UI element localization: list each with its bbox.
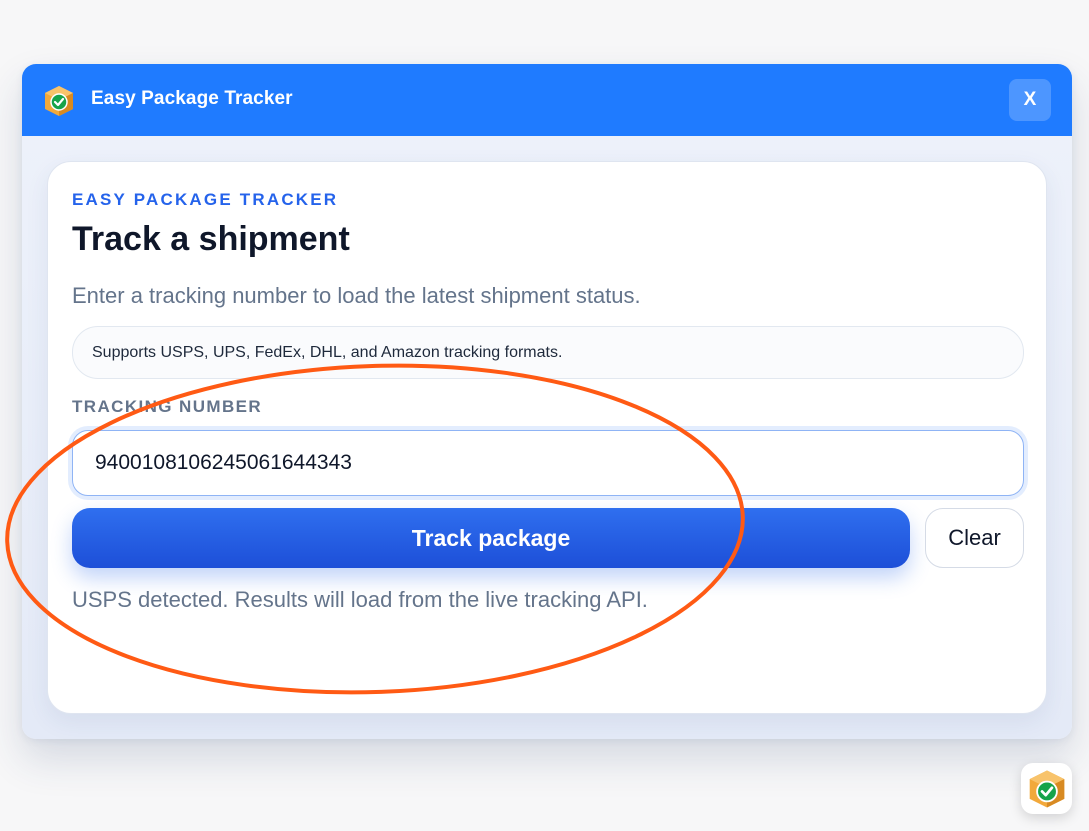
tracker-window: Easy Package Tracker X EASY PACKAGE TRAC… <box>22 64 1072 739</box>
package-check-icon <box>45 86 73 116</box>
status-message: USPS detected. Results will load from th… <box>72 587 648 612</box>
track-package-button[interactable]: Track package <box>72 508 910 568</box>
window-title: Easy Package Tracker <box>91 88 293 109</box>
dock-app-icon[interactable] <box>1021 763 1072 814</box>
page-subtitle: Enter a tracking number to load the late… <box>72 283 641 308</box>
close-button[interactable]: X <box>1009 79 1051 121</box>
eyebrow-label: EASY PACKAGE TRACKER <box>72 190 339 209</box>
clear-button[interactable]: Clear <box>925 508 1024 568</box>
package-check-icon <box>1029 769 1064 808</box>
tracking-number-input[interactable] <box>72 430 1024 496</box>
page-title: Track a shipment <box>72 220 350 258</box>
tracker-card: EASY PACKAGE TRACKER Track a shipment En… <box>47 161 1047 714</box>
supported-carriers-notice: Supports USPS, UPS, FedEx, DHL, and Amaz… <box>72 326 1024 379</box>
title-bar: Easy Package Tracker X <box>22 64 1072 136</box>
tracking-number-label: TRACKING NUMBER <box>72 397 263 416</box>
